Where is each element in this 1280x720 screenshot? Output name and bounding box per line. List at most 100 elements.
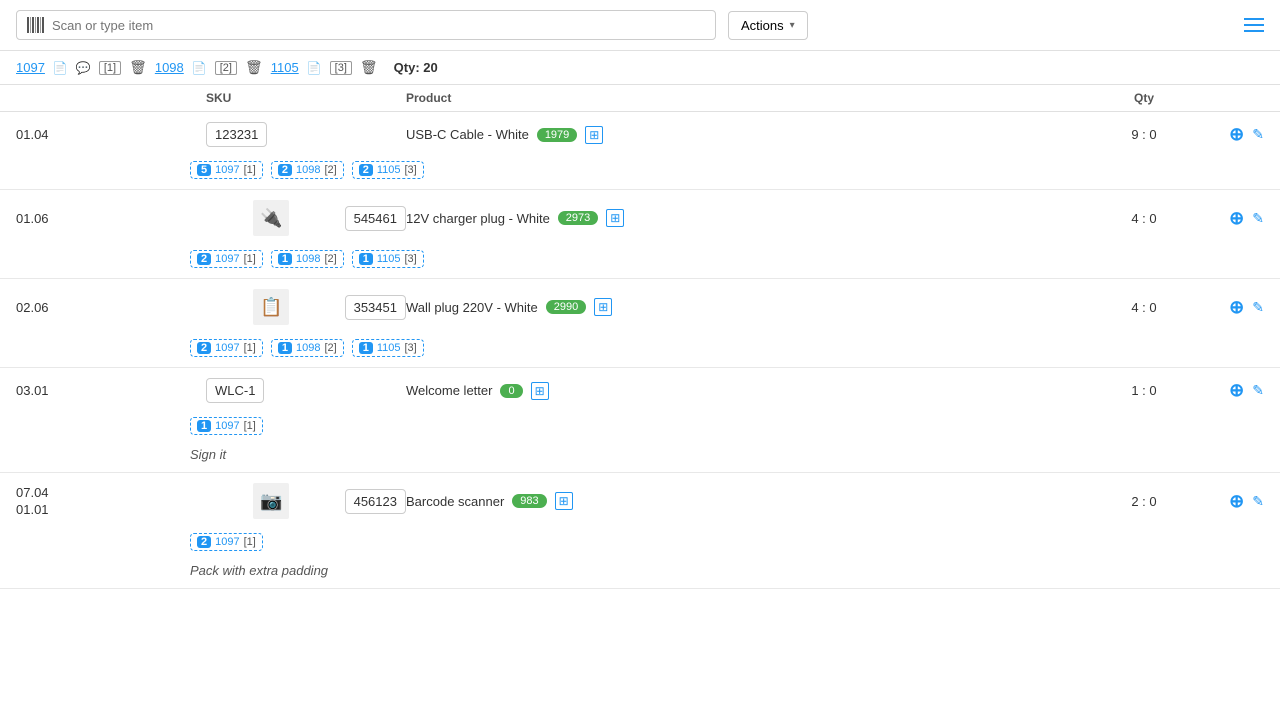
order-badge-row5-1097[interactable]: 2 1097 [1] — [190, 533, 263, 551]
file-icon-1097: 📄 — [53, 61, 68, 75]
order-badge-row3-1105[interactable]: 1 1105 [3] — [352, 339, 424, 357]
add-box-icon-row2[interactable]: ⊞ — [606, 209, 624, 227]
order-tabs: 1097 📄 💬 [1] 🗑 1098 📄 [2] 🗑 1105 📄 [3] 🗑… — [0, 51, 1280, 85]
menu-icon[interactable] — [1244, 18, 1264, 32]
add-button-row2[interactable]: ⊕ — [1229, 208, 1244, 229]
product-note-row4: Sign it — [0, 445, 1280, 472]
row-actions-row5: ⊕ ✎ — [1204, 491, 1264, 512]
order-badge-row2-1097[interactable]: 2 1097 [1] — [190, 250, 263, 268]
add-box-icon-row3[interactable]: ⊞ — [594, 298, 612, 316]
table-header: SKU Product Qty — [0, 85, 1280, 112]
location-bottom-row5: 01.01 — [16, 502, 206, 517]
tab-delete-1097[interactable]: 🗑 — [129, 59, 147, 76]
tab-1097[interactable]: 1097 — [16, 60, 45, 75]
edit-button-row2[interactable]: ✎ — [1252, 210, 1264, 227]
order-badge-row1-1098[interactable]: 2 1098 [2] — [271, 161, 344, 179]
edit-button-row5[interactable]: ✎ — [1252, 493, 1264, 510]
col-product: Product — [406, 91, 1084, 105]
product-name-row5: Barcode scanner 983 ⊞ — [406, 492, 1084, 510]
add-box-icon-row5[interactable]: ⊞ — [555, 492, 573, 510]
sku-thumb-row2: 🔌 545461 — [206, 200, 406, 236]
order-badge-row2-1098[interactable]: 1 1098 [2] — [271, 250, 344, 268]
edit-button-row4[interactable]: ✎ — [1252, 382, 1264, 399]
add-button-row4[interactable]: ⊕ — [1229, 380, 1244, 401]
tab-badge-1098: [2] — [215, 61, 237, 75]
product-meta-row4: 1 1097 [1] — [0, 413, 1280, 445]
product-meta-row2: 2 1097 [1] 1 1098 [2] 1 1105 [3] — [0, 246, 1280, 278]
top-bar: Actions ▾ — [0, 0, 1280, 51]
edit-button-row1[interactable]: ✎ — [1252, 126, 1264, 143]
actions-label: Actions — [741, 18, 784, 33]
col-location — [16, 91, 206, 105]
barcode-icon — [27, 17, 44, 33]
chevron-down-icon: ▾ — [790, 20, 795, 31]
add-button-row1[interactable]: ⊕ — [1229, 124, 1244, 145]
file-icon-1098: 📄 — [192, 61, 207, 75]
tab-badge-1105: [3] — [330, 61, 352, 75]
order-badge-row3-1097[interactable]: 2 1097 [1] — [190, 339, 263, 357]
product-thumb-row3: 📋 — [253, 289, 289, 325]
table-row: 07.04 01.01 📷 456123 Barcode scanner 983… — [0, 473, 1280, 589]
edit-button-row3[interactable]: ✎ — [1252, 299, 1264, 316]
location-row2: 01.06 — [16, 211, 206, 226]
order-badge-row2-1105[interactable]: 1 1105 [3] — [352, 250, 424, 268]
product-thumb-row2: 🔌 — [253, 200, 289, 236]
qty-total: Qty: 20 — [394, 60, 438, 75]
location-row3: 02.06 — [16, 300, 206, 315]
col-actions — [1204, 91, 1264, 105]
product-thumb-row5: 📷 — [253, 483, 289, 519]
col-qty: Qty — [1084, 91, 1204, 105]
product-name-row3: Wall plug 220V - White 2990 ⊞ — [406, 298, 1084, 316]
product-name-row4: Welcome letter 0 ⊞ — [406, 382, 1084, 400]
product-badge-row5: 983 — [512, 494, 546, 508]
order-badge-row1-1097[interactable]: 5 1097 [1] — [190, 161, 263, 179]
row-actions-row3: ⊕ ✎ — [1204, 297, 1264, 318]
qty-row3: 4 : 0 — [1084, 300, 1204, 315]
add-button-row3[interactable]: ⊕ — [1229, 297, 1244, 318]
row-actions-row2: ⊕ ✎ — [1204, 208, 1264, 229]
tab-1105[interactable]: 1105 — [271, 60, 299, 75]
tab-badge-1097: [1] — [99, 61, 121, 75]
add-button-row5[interactable]: ⊕ — [1229, 491, 1244, 512]
order-badge-row4-1097[interactable]: 1 1097 [1] — [190, 417, 263, 435]
product-meta-row5: 2 1097 [1] — [0, 529, 1280, 561]
product-name-row1: USB-C Cable - White 1979 ⊞ — [406, 126, 1084, 144]
product-main-row5: 07.04 01.01 📷 456123 Barcode scanner 983… — [0, 473, 1280, 529]
table-row: 01.06 🔌 545461 12V charger plug - White … — [0, 190, 1280, 279]
product-note-row5: Pack with extra padding — [0, 561, 1280, 588]
row-actions-row4: ⊕ ✎ — [1204, 380, 1264, 401]
file-icon-1105: 📄 — [307, 61, 322, 75]
product-main-row1: 01.04 123231 USB-C Cable - White 1979 ⊞ … — [0, 112, 1280, 157]
scan-input-wrapper[interactable] — [16, 10, 716, 40]
order-badge-row3-1098[interactable]: 1 1098 [2] — [271, 339, 344, 357]
product-meta-row1: 5 1097 [1] 2 1098 [2] 2 1105 [3] — [0, 157, 1280, 189]
table-row: 03.01 WLC-1 Welcome letter 0 ⊞ 1 : 0 ⊕ ✎… — [0, 368, 1280, 473]
product-meta-row3: 2 1097 [1] 1 1098 [2] 1 1105 [3] — [0, 335, 1280, 367]
tab-delete-1098[interactable]: 🗑 — [245, 59, 263, 76]
sku-row4: WLC-1 — [206, 378, 406, 403]
scan-input[interactable] — [52, 18, 705, 33]
product-badge-row4: 0 — [500, 384, 522, 398]
add-box-icon-row1[interactable]: ⊞ — [585, 126, 603, 144]
product-main-row4: 03.01 WLC-1 Welcome letter 0 ⊞ 1 : 0 ⊕ ✎ — [0, 368, 1280, 413]
location-row1: 01.04 — [16, 127, 206, 142]
product-badge-row1: 1979 — [537, 128, 577, 142]
tab-delete-1105[interactable]: 🗑 — [360, 59, 378, 76]
comment-icon-1097: 💬 — [76, 61, 91, 75]
table-row: 02.06 📋 353451 Wall plug 220V - White 29… — [0, 279, 1280, 368]
product-name-row2: 12V charger plug - White 2973 ⊞ — [406, 209, 1084, 227]
order-badge-row1-1105[interactable]: 2 1105 [3] — [352, 161, 424, 179]
product-main-row2: 01.06 🔌 545461 12V charger plug - White … — [0, 190, 1280, 246]
sku-thumb-row5: 📷 456123 — [206, 483, 406, 519]
product-main-row3: 02.06 📋 353451 Wall plug 220V - White 29… — [0, 279, 1280, 335]
location-row5: 07.04 01.01 — [16, 485, 206, 517]
actions-button[interactable]: Actions ▾ — [728, 11, 808, 40]
tab-1098[interactable]: 1098 — [155, 60, 184, 75]
table-row: 01.04 123231 USB-C Cable - White 1979 ⊞ … — [0, 112, 1280, 190]
add-box-icon-row4[interactable]: ⊞ — [531, 382, 549, 400]
qty-row1: 9 : 0 — [1084, 127, 1204, 142]
location-row4: 03.01 — [16, 383, 206, 398]
location-top-row5: 07.04 — [16, 485, 206, 500]
qty-row5: 2 : 0 — [1084, 494, 1204, 509]
sku-thumb-row3: 📋 353451 — [206, 289, 406, 325]
